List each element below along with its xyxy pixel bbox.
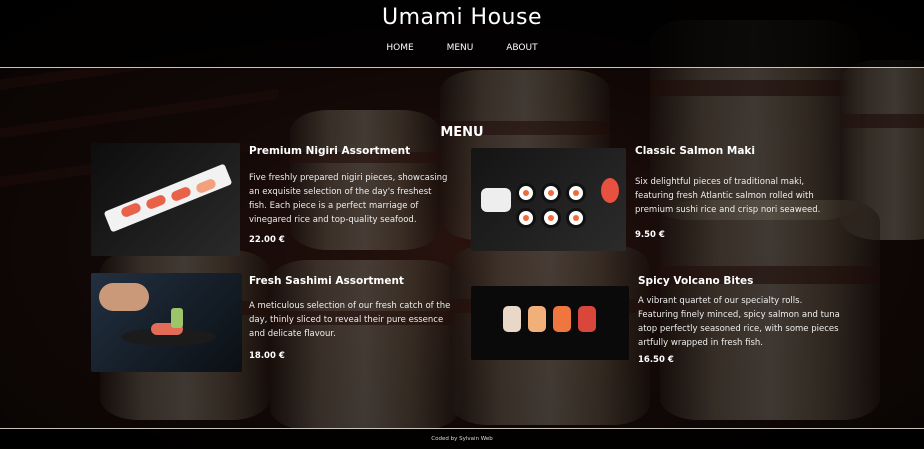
nav-menu[interactable]: MENU	[447, 43, 474, 53]
site-header: Umami House HOME MENU ABOUT	[0, 0, 924, 68]
menu-section-title: MENU	[440, 125, 484, 140]
sashimi-photo	[91, 273, 242, 372]
maki-photo	[471, 148, 626, 251]
nigiri-photo	[91, 143, 240, 256]
menu-item-name: Premium Nigiri Assortment	[249, 145, 411, 157]
menu-item-description: Five freshly prepared nigiri pieces, sho…	[249, 173, 448, 225]
menu-item-description: Six delightful pieces of traditional mak…	[635, 177, 821, 215]
site-footer: Coded by Sylvain Web	[0, 428, 924, 449]
menu-item-price: 16.50 €	[638, 355, 674, 365]
menu-item-name: Classic Salmon Maki	[635, 145, 756, 157]
nav-about[interactable]: ABOUT	[506, 43, 537, 53]
menu-item-description: A meticulous selection of our fresh catc…	[249, 301, 451, 339]
menu-item-price: 22.00 €	[249, 235, 285, 245]
menu-item-price: 9.50 €	[635, 230, 665, 240]
nav-home[interactable]: HOME	[386, 43, 413, 53]
volcano-photo	[471, 286, 629, 360]
main-nav: HOME MENU ABOUT	[0, 43, 924, 53]
footer-credit: Coded by Sylvain Web	[431, 436, 493, 442]
site-title[interactable]: Umami House	[0, 5, 924, 30]
menu-item-description: A vibrant quartet of our specialty rolls…	[638, 296, 840, 348]
menu-item-name: Spicy Volcano Bites	[638, 275, 754, 287]
menu-item-name: Fresh Sashimi Assortment	[249, 275, 404, 287]
menu-item-price: 18.00 €	[249, 351, 285, 361]
